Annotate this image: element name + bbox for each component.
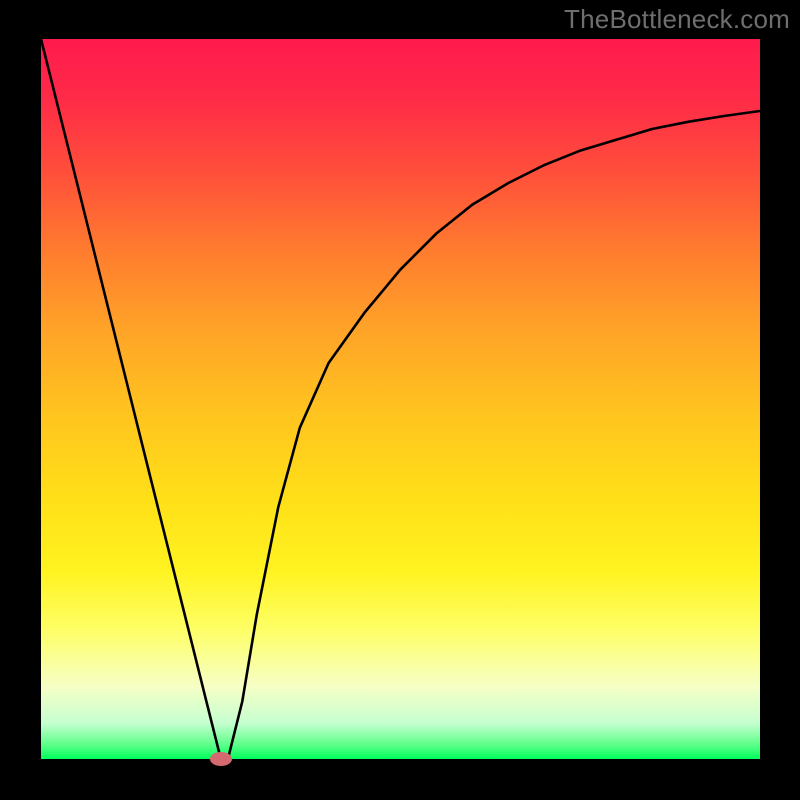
chart-frame: TheBottleneck.com [0,0,800,800]
optimal-point-marker [210,752,232,766]
bottleneck-curve [41,39,760,759]
chart-plot-area [41,39,760,759]
watermark-text: TheBottleneck.com [564,4,790,35]
